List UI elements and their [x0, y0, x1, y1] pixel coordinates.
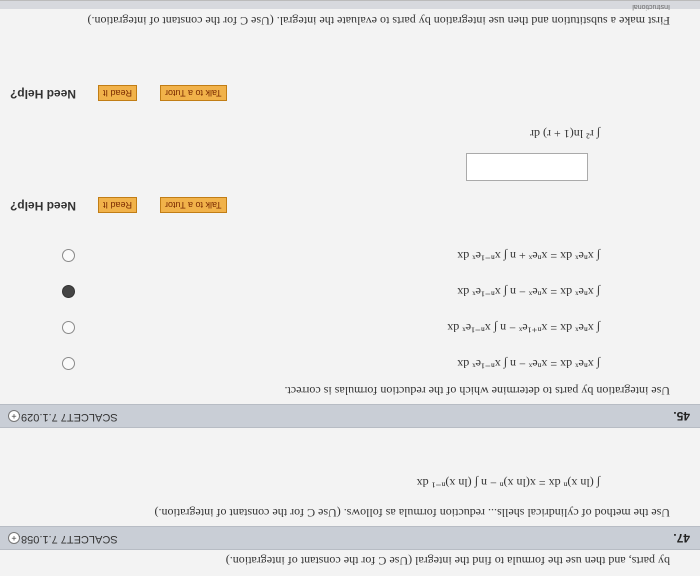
question-intro: Use the method of cylindrical shells... …: [154, 506, 670, 520]
option-b-radio[interactable]: [62, 321, 75, 334]
top-partial-text: by parts, and then use the formula to fi…: [225, 554, 670, 568]
option-c: ∫ xⁿeˣ dx = xⁿeˣ − n ∫ xⁿ⁻¹eˣ dx: [457, 285, 600, 299]
footer-banner: Instructional: [0, 0, 700, 10]
question-intro: Use integration by parts to determine wh…: [284, 384, 670, 398]
help-bar: Talk to a Tutor Read It Need Help?: [10, 196, 280, 214]
reduction-formula: ∫ (ln x)ⁿ dx = x(ln x)ⁿ − n ∫ (ln x)ⁿ⁻¹ …: [416, 476, 600, 490]
footer-banner-text: Instructional: [632, 3, 670, 10]
need-help-label: Need Help?: [10, 199, 77, 213]
need-help-label: Need Help?: [10, 87, 77, 101]
option-a: ∫ xⁿeˣ dx = xⁿeˣ − n ∫ xⁿ⁻¹eˣ dx: [457, 357, 600, 371]
answer-input[interactable]: [466, 153, 588, 181]
question-header-47: 47. SCALCET7 7.1.058. +: [0, 526, 700, 550]
option-c-radio[interactable]: [62, 285, 75, 298]
question-header-45: 45. SCALCET7 7.1.029. +: [0, 404, 700, 428]
help-bar: Talk to a Tutor Read It Need Help?: [10, 84, 280, 102]
read-it-button[interactable]: Read It: [98, 197, 138, 213]
question-number: 47.: [673, 531, 690, 545]
read-it-button[interactable]: Read It: [98, 85, 138, 101]
talk-to-tutor-button[interactable]: Talk to a Tutor: [160, 197, 227, 213]
question-reference: SCALCET7 7.1.058.: [18, 533, 118, 545]
question-reference: SCALCET7 7.1.029.: [18, 411, 118, 423]
expand-icon[interactable]: +: [8, 532, 20, 544]
option-a-radio[interactable]: [62, 357, 75, 370]
option-b: ∫ xⁿeˣ dx = xⁿ⁺¹eˣ − n ∫ xⁿ⁻¹eˣ dx: [447, 321, 600, 335]
expand-icon[interactable]: +: [8, 410, 20, 422]
talk-to-tutor-button[interactable]: Talk to a Tutor: [160, 85, 227, 101]
rotated-page: by parts, and then use the formula to fi…: [0, 0, 700, 576]
photo-stage: by parts, and then use the formula to fi…: [0, 0, 700, 576]
option-d-radio[interactable]: [62, 249, 75, 262]
question-number: 45.: [673, 409, 690, 423]
integral-expression: ∫ r² ln(1 + r) dr: [530, 127, 600, 141]
question-intro: First make a substitution and then use i…: [87, 14, 670, 28]
option-d: ∫ xⁿeˣ dx = xⁿeˣ + n ∫ xⁿ⁻¹eˣ dx: [457, 249, 600, 263]
